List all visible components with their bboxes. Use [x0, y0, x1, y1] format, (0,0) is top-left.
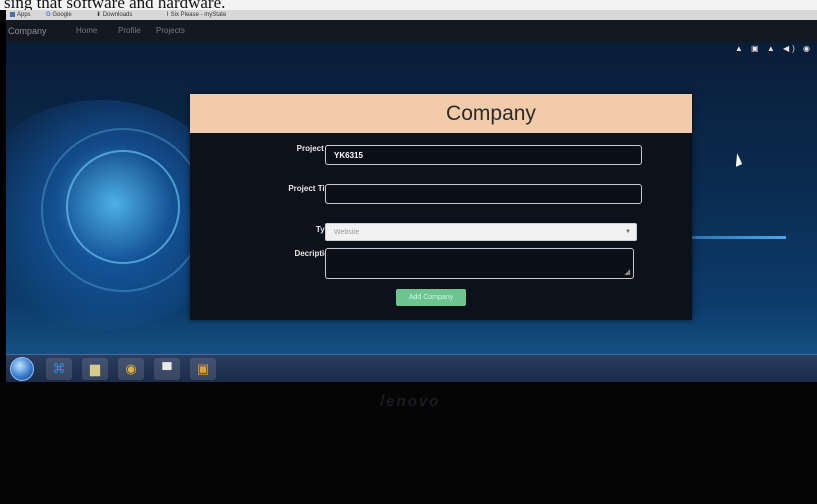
document-text-fragment: sing that software and hardware. [4, 0, 226, 10]
document-text-strip: sing that software and hardware. [0, 0, 817, 10]
apps-grid-icon [10, 11, 15, 17]
window-taskbar-icon[interactable]: ▀ [154, 358, 180, 380]
form-title: Company [446, 101, 536, 125]
chevron-down-icon: ▼ [625, 229, 631, 235]
wallpaper-ring [41, 128, 205, 292]
monitor-screen: Apps G Google ⬇ Downloads ⌇ Six Please -… [6, 10, 817, 382]
download-icon: ⬇ [96, 12, 102, 18]
type-label: Type [214, 225, 334, 234]
nav-link-home[interactable]: Home [76, 20, 97, 42]
project-id-input[interactable]: YK6315 [325, 145, 642, 165]
bookmark-google[interactable]: G Google [46, 10, 72, 20]
project-id-label: Project ID [296, 144, 334, 153]
nav-link-profile[interactable]: Profile [118, 20, 141, 42]
project-title-label: Project Title [288, 184, 334, 193]
windows-taskbar: ⌘ ▆ ◉ ▀ ▣ [6, 354, 817, 382]
site-navbar: Company Home Profile Projects [6, 20, 817, 42]
description-textarea[interactable]: ◢ [325, 248, 634, 279]
bookmark-mystate[interactable]: ⌇ Six Please - myState [166, 10, 226, 20]
start-button[interactable] [10, 357, 34, 381]
chrome-taskbar-icon[interactable]: ◉ [118, 358, 144, 380]
type-select[interactable]: Website ▼ [325, 223, 637, 241]
type-selected-value: Website [334, 228, 360, 236]
bookmark-downloads[interactable]: ⬇ Downloads [96, 10, 132, 20]
add-company-button[interactable]: Add Company [396, 289, 466, 306]
navbar-brand[interactable]: Company [8, 20, 47, 42]
link-icon: ⌇ [166, 12, 169, 18]
bookmarks-bar: Apps G Google ⬇ Downloads ⌇ Six Please -… [6, 10, 817, 20]
company-form-card: Company Project ID YK6315 Project Title … [190, 94, 692, 320]
project-title-input[interactable] [325, 184, 642, 204]
description-label: Decription [294, 249, 334, 258]
system-tray[interactable]: ▲ ▣ ▲ ◀) ◉ [735, 44, 813, 53]
project-id-value: YK6315 [334, 150, 363, 160]
nav-link-projects[interactable]: Projects [156, 20, 185, 42]
bookmark-apps[interactable]: Apps [10, 10, 31, 20]
laptop-brand-logo: lenovo [380, 393, 441, 410]
form-header: Company [190, 94, 692, 133]
file-explorer-taskbar-icon[interactable]: ▆ [82, 358, 108, 380]
mouse-cursor-icon [730, 153, 743, 167]
resize-grip-icon[interactable]: ◢ [625, 268, 630, 276]
google-icon: G [46, 12, 51, 18]
app-taskbar-icon[interactable]: ▣ [190, 358, 216, 380]
vscode-taskbar-icon[interactable]: ⌘ [46, 358, 72, 380]
